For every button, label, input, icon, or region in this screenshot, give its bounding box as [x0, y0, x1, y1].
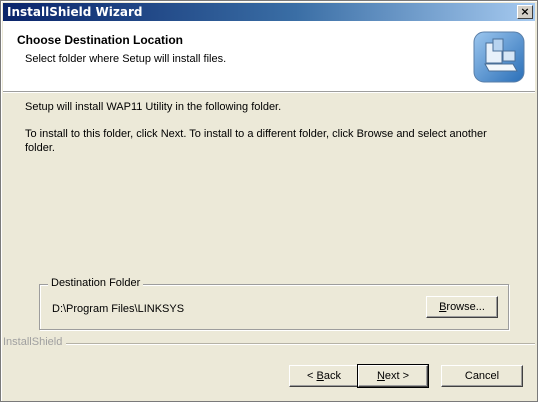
header-separator: [3, 91, 535, 93]
installshield-brand: InstallShield: [3, 336, 67, 348]
destination-folder-legend: Destination Folder: [48, 277, 144, 289]
page-subtitle: Select folder where Setup will install f…: [25, 53, 227, 65]
back-prefix: <: [307, 370, 317, 382]
back-mnemonic: B: [316, 370, 324, 382]
title-bar[interactable]: InstallShield Wizard ×: [3, 3, 535, 21]
installer-window: InstallShield Wizard × Choose Destinatio…: [0, 0, 538, 402]
footer-separator: [3, 343, 535, 345]
browse-button[interactable]: Browse...: [426, 296, 498, 318]
destination-folder-group: Destination Folder D:\Program Files\LINK…: [39, 277, 509, 330]
next-button[interactable]: Next >: [357, 364, 429, 388]
setup-computer-icon: [473, 31, 525, 83]
browse-label: rowse...: [446, 301, 485, 313]
page-title: Choose Destination Location: [17, 33, 184, 47]
back-label: ack: [323, 370, 341, 382]
install-info-text: Setup will install WAP11 Utility in the …: [25, 101, 282, 113]
back-button[interactable]: < Back: [289, 365, 359, 387]
destination-path: D:\Program Files\LINKSYS: [52, 303, 185, 315]
next-label: ext >: [384, 370, 410, 382]
cancel-button[interactable]: Cancel: [441, 365, 523, 387]
window-title: InstallShield Wizard: [7, 5, 143, 19]
wizard-header: Choose Destination Location Select folde…: [3, 21, 535, 91]
close-button[interactable]: ×: [517, 5, 533, 19]
next-mnemonic: N: [376, 370, 385, 382]
install-instructions-text: To install to this folder, click Next. T…: [25, 128, 487, 154]
